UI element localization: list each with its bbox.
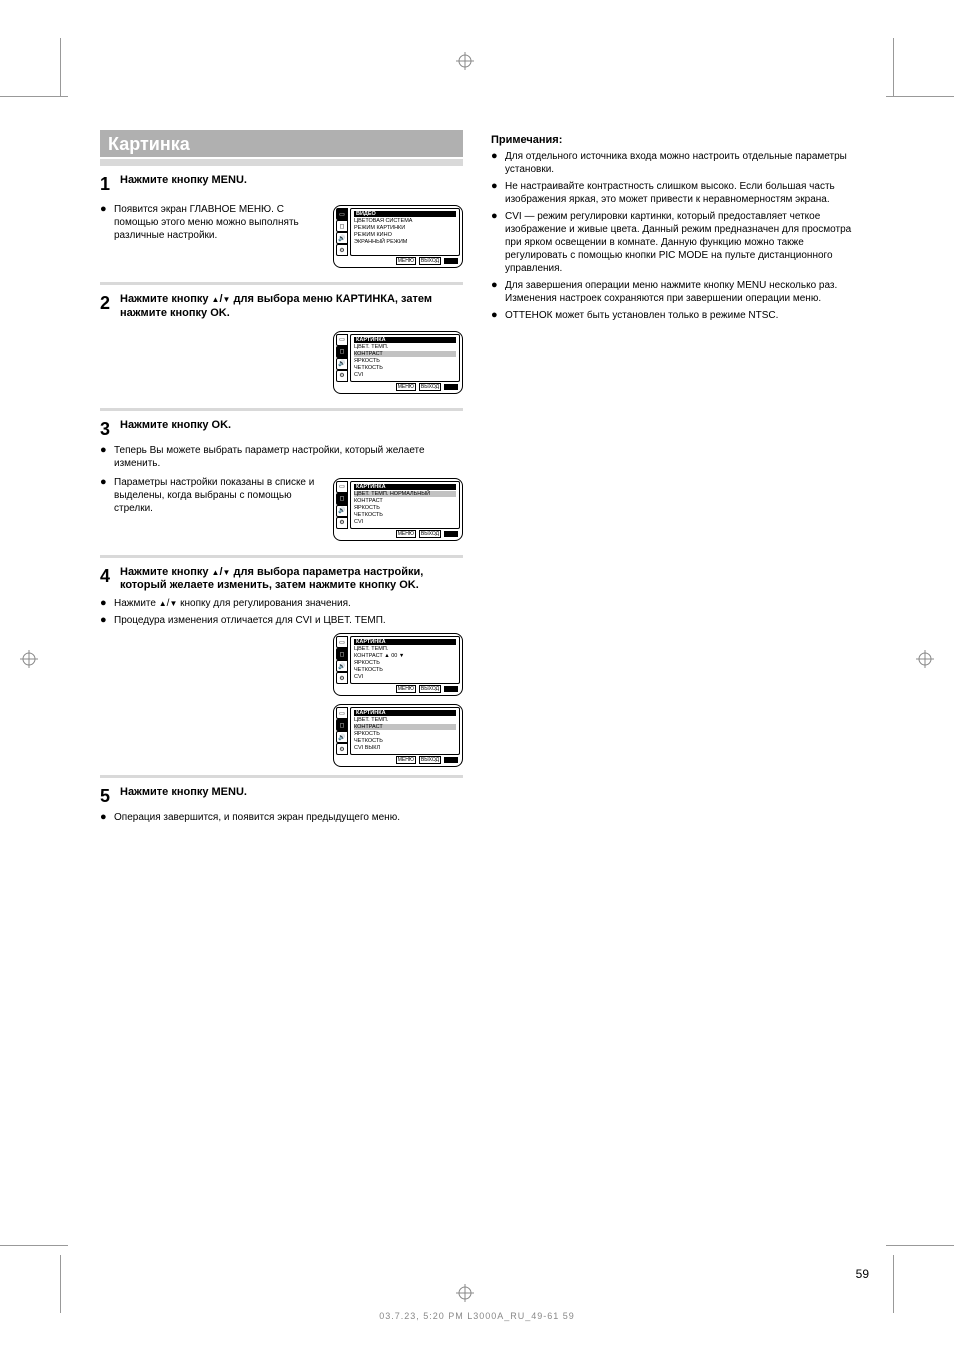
tab-video-icon: ▭ (336, 707, 348, 719)
osd-preview: ▭ ◻ 🔊 ⚙ КАРТИНКА ЦВЕТ. ТЕМП. КОНТРАСТ ЯР… (333, 704, 463, 767)
osd-item: CVI (354, 519, 456, 525)
osd-title: КАРТИНКА (354, 710, 456, 716)
osd-item: CVI (354, 674, 456, 680)
bullet-icon: ● (491, 150, 505, 162)
tab-video-icon: ▭ (336, 636, 348, 648)
tab-picture-icon: ◻ (336, 346, 348, 358)
step-number: 2 (100, 293, 120, 314)
step-number: 5 (100, 786, 120, 807)
step-number: 1 (100, 174, 120, 195)
divider (100, 159, 463, 166)
tab-utility-icon: ⚙ (336, 672, 348, 684)
osd-item: ЭКРАННЫЙ РЕЖИМ (354, 239, 456, 245)
tab-picture-icon: ◻ (336, 719, 348, 731)
divider (100, 555, 463, 558)
tab-audio-icon: 🔊 (336, 731, 348, 743)
osd-item: КОНТРАСТ ▲ 00 ▼ (354, 653, 456, 659)
osd-item: ЦВЕТ. ТЕМП. НОРМАЛЬНЫЙ (354, 491, 456, 497)
step-text: Нажмите кнопку MENU. (120, 174, 463, 188)
tab-picture-icon: ◻ (336, 648, 348, 660)
bullet-icon: ● (491, 180, 505, 192)
step-text: Нажмите кнопку OK. (120, 419, 463, 433)
bullet-icon: ● (491, 210, 505, 222)
bullet-text: Теперь Вы можете выбрать параметр настро… (114, 444, 463, 470)
osd-title: КАРТИНКА (354, 639, 456, 645)
tab-utility-icon: ⚙ (336, 517, 348, 529)
bullet-text: Процедура изменения отличается для CVI и… (114, 614, 463, 627)
osd-item: ЦВЕТ. ТЕМП. (354, 646, 456, 652)
bullet-icon: ● (100, 597, 114, 609)
tab-video-icon: ▭ (336, 481, 348, 493)
note-text: CVI — режим регулировки картинки, которы… (505, 210, 854, 275)
bullet-icon: ● (100, 476, 114, 488)
osd-item: ЧЕТКОСТЬ (354, 365, 456, 371)
bullet-icon: ● (491, 279, 505, 291)
osd-item: ЦВЕТ. ТЕМП. (354, 717, 456, 723)
bullet-icon: ● (100, 203, 114, 215)
tab-audio-icon: 🔊 (336, 505, 348, 517)
osd-title: ВИДЕО (354, 211, 456, 217)
osd-item: ЧЕТКОСТЬ (354, 512, 456, 518)
osd-preview: ▭ ◻ 🔊 ⚙ КАРТИНКА ЦВЕТ. ТЕМП. НОРМАЛЬНЫЙ … (333, 478, 463, 541)
osd-item: ЦВЕТОВАЯ СИСТЕМА (354, 218, 456, 224)
note-text: Не настраивайте контрастность слишком вы… (505, 180, 854, 206)
bullet-text: Появится экран ГЛАВНОЕ МЕНЮ. С помощью э… (114, 203, 325, 242)
tab-audio-icon: 🔊 (336, 358, 348, 370)
tab-video-icon: ▭ (336, 208, 348, 220)
osd-item: ЦВЕТ. ТЕМП. (354, 344, 456, 350)
step-text: Нажмите кнопку / для выбора меню КАРТИНК… (120, 293, 463, 321)
osd-item: КОНТРАСТ (354, 498, 456, 504)
osd-preview: ▭ ◻ 🔊 ⚙ КАРТИНКА ЦВЕТ. ТЕМП. КОНТРАСТ ЯР… (333, 331, 463, 394)
osd-item: ЯРКОСТЬ (354, 505, 456, 511)
divider (100, 775, 463, 778)
bullet-icon: ● (100, 614, 114, 626)
osd-item: CVI (354, 372, 456, 378)
bullet-text: Нажмите / кнопку для регулирования значе… (114, 597, 463, 610)
osd-item: РЕЖИМ КАРТИНКИ (354, 225, 456, 231)
step-number: 3 (100, 419, 120, 440)
osd-item: КОНТРАСТ (354, 351, 456, 357)
tab-utility-icon: ⚙ (336, 370, 348, 382)
osd-item: ЯРКОСТЬ (354, 660, 456, 666)
tab-picture-icon: ◻ (336, 220, 348, 232)
bullet-text: Операция завершится, и появится экран пр… (114, 811, 463, 824)
tab-utility-icon: ⚙ (336, 743, 348, 755)
osd-item: CVI ВЫКЛ (354, 745, 456, 751)
revision-line: 03.7.23, 5:20 PM L3000A_RU_49-61 59 (0, 1311, 954, 1321)
bullet-icon: ● (100, 811, 114, 823)
step-text: Нажмите кнопку / для выбора параметра на… (120, 566, 463, 594)
note-text: ОТТЕНОК может быть установлен только в р… (505, 309, 854, 322)
notes-heading: Примечания: (491, 134, 854, 146)
step-number: 4 (100, 566, 120, 587)
osd-item: ЯРКОСТЬ (354, 731, 456, 737)
tab-picture-icon: ◻ (336, 493, 348, 505)
osd-item: ЯРКОСТЬ (354, 358, 456, 364)
tab-utility-icon: ⚙ (336, 244, 348, 256)
osd-title: КАРТИНКА (354, 484, 456, 490)
tab-audio-icon: 🔊 (336, 232, 348, 244)
note-text: Для отдельного источника входа можно нас… (505, 150, 854, 176)
osd-title: КАРТИНКА (354, 337, 456, 343)
step-text: Нажмите кнопку MENU. (120, 786, 463, 800)
bullet-icon: ● (491, 309, 505, 321)
osd-item: ЧЕТКОСТЬ (354, 738, 456, 744)
tab-video-icon: ▭ (336, 334, 348, 346)
osd-preview: ▭ ◻ 🔊 ⚙ КАРТИНКА ЦВЕТ. ТЕМП. КОНТРАСТ ▲ … (333, 633, 463, 696)
osd-preview: ▭ ◻ 🔊 ⚙ ВИДЕО ЦВЕТОВАЯ СИСТЕМА РЕЖИМ КАР… (333, 205, 463, 268)
note-text: Для завершения операции меню нажмите кно… (505, 279, 854, 305)
bullet-icon: ● (100, 444, 114, 456)
osd-item: ЧЕТКОСТЬ (354, 667, 456, 673)
divider (100, 408, 463, 411)
osd-item: РЕЖИМ КИНО (354, 232, 456, 238)
page-number: 59 (856, 1267, 869, 1281)
divider (100, 282, 463, 285)
osd-item: КОНТРАСТ (354, 724, 456, 730)
section-header: Картинка (100, 130, 463, 157)
tab-audio-icon: 🔊 (336, 660, 348, 672)
bullet-text: Параметры настройки показаны в списке и … (114, 476, 325, 515)
